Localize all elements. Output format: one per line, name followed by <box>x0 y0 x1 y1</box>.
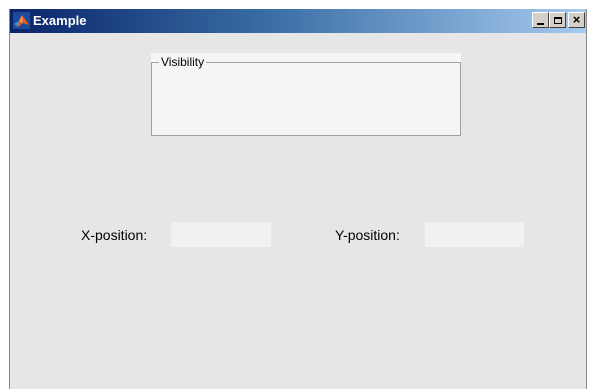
window-title: Example <box>33 13 87 28</box>
visibility-panel: Visibility <box>151 53 461 136</box>
app-window: Example × Visibility X-position: Y-posit… <box>9 9 587 389</box>
panel-border <box>151 62 461 136</box>
close-icon: × <box>572 12 581 27</box>
x-position-field[interactable] <box>171 222 271 247</box>
minimize-icon <box>537 22 544 25</box>
title-bar[interactable]: Example × <box>10 9 586 33</box>
x-position-label: X-position: <box>81 227 148 243</box>
panel-title: Visibility <box>159 55 207 69</box>
maximize-icon <box>553 16 562 24</box>
maximize-button[interactable] <box>549 12 566 28</box>
minimize-button[interactable] <box>532 12 549 28</box>
close-button[interactable]: × <box>568 12 585 28</box>
y-position-label: Y-position: <box>335 227 400 243</box>
matlab-icon <box>13 12 30 29</box>
y-position-field[interactable] <box>425 222 524 247</box>
